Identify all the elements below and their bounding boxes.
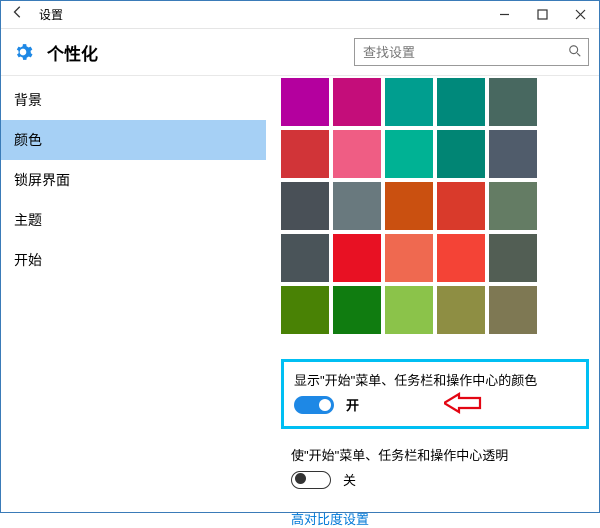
color-swatch[interactable] bbox=[437, 286, 485, 334]
color-swatch[interactable] bbox=[281, 182, 329, 230]
color-swatch[interactable] bbox=[489, 286, 537, 334]
color-swatch[interactable] bbox=[489, 234, 537, 282]
option-label: 使"开始"菜单、任务栏和操作中心透明 bbox=[291, 445, 589, 464]
color-swatch[interactable] bbox=[333, 78, 381, 126]
sidebar-item-label: 锁屏界面 bbox=[14, 170, 70, 190]
show-color-toggle[interactable] bbox=[294, 396, 334, 414]
color-swatch[interactable] bbox=[489, 78, 537, 126]
color-swatch[interactable] bbox=[281, 78, 329, 126]
color-swatch[interactable] bbox=[333, 130, 381, 178]
back-button[interactable] bbox=[7, 5, 29, 24]
color-swatch[interactable] bbox=[489, 130, 537, 178]
highlighted-option: 显示"开始"菜单、任务栏和操作中心的颜色 开 bbox=[281, 359, 589, 429]
annotation-arrow-icon bbox=[444, 392, 484, 417]
sidebar-item-colors[interactable]: 颜色 bbox=[1, 120, 266, 160]
toggle-state: 关 bbox=[343, 470, 356, 489]
sidebar-item-label: 开始 bbox=[14, 250, 42, 270]
transparency-option: 使"开始"菜单、任务栏和操作中心透明 关 bbox=[291, 445, 589, 489]
color-swatch[interactable] bbox=[385, 182, 433, 230]
sidebar-item-lockscreen[interactable]: 锁屏界面 bbox=[1, 160, 266, 200]
color-swatch[interactable] bbox=[333, 286, 381, 334]
search-box[interactable] bbox=[354, 38, 589, 66]
page-title: 个性化 bbox=[47, 40, 98, 65]
color-swatch[interactable] bbox=[437, 234, 485, 282]
sidebar-item-label: 主题 bbox=[14, 210, 42, 230]
sidebar: 背景 颜色 锁屏界面 主题 开始 bbox=[1, 76, 266, 512]
transparency-toggle[interactable] bbox=[291, 471, 331, 489]
color-swatch[interactable] bbox=[385, 130, 433, 178]
minimize-button[interactable] bbox=[485, 1, 523, 28]
color-swatch[interactable] bbox=[385, 234, 433, 282]
color-swatch[interactable] bbox=[385, 286, 433, 334]
search-input[interactable] bbox=[363, 45, 568, 60]
color-swatch[interactable] bbox=[281, 286, 329, 334]
color-grid bbox=[281, 78, 599, 334]
color-swatch[interactable] bbox=[437, 130, 485, 178]
search-icon bbox=[568, 44, 582, 61]
header-bar: 个性化 bbox=[1, 29, 599, 76]
window-title: 设置 bbox=[39, 6, 63, 23]
sidebar-item-label: 颜色 bbox=[14, 130, 42, 150]
option-label: 显示"开始"菜单、任务栏和操作中心的颜色 bbox=[294, 370, 576, 389]
color-swatch[interactable] bbox=[333, 182, 381, 230]
close-button[interactable] bbox=[561, 1, 599, 28]
high-contrast-link[interactable]: 高对比度设置 bbox=[291, 509, 369, 528]
color-swatch[interactable] bbox=[437, 182, 485, 230]
sidebar-item-start[interactable]: 开始 bbox=[1, 240, 266, 280]
sidebar-item-themes[interactable]: 主题 bbox=[1, 200, 266, 240]
color-swatch[interactable] bbox=[281, 234, 329, 282]
main-panel: 显示"开始"菜单、任务栏和操作中心的颜色 开 使"开始"菜单、任务栏和操作中心透… bbox=[266, 76, 599, 512]
gear-icon bbox=[13, 42, 33, 62]
toggle-state: 开 bbox=[346, 395, 359, 414]
color-swatch[interactable] bbox=[333, 234, 381, 282]
color-swatch[interactable] bbox=[437, 78, 485, 126]
color-swatch[interactable] bbox=[281, 130, 329, 178]
color-swatch[interactable] bbox=[489, 182, 537, 230]
maximize-button[interactable] bbox=[523, 1, 561, 28]
titlebar: 设置 bbox=[1, 1, 599, 29]
color-swatch[interactable] bbox=[385, 78, 433, 126]
sidebar-item-label: 背景 bbox=[14, 90, 42, 110]
sidebar-item-background[interactable]: 背景 bbox=[1, 80, 266, 120]
